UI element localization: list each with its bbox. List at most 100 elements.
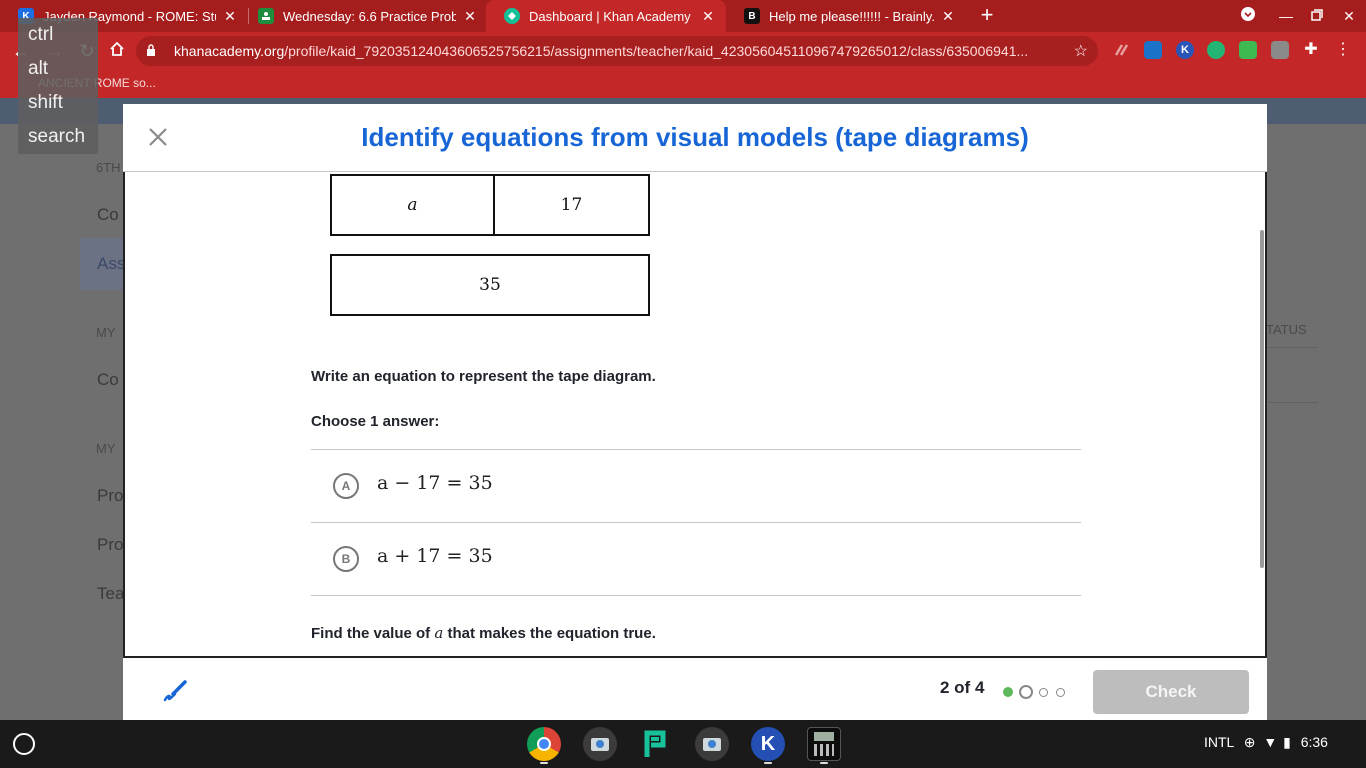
launcher-icon[interactable] [13, 733, 35, 755]
key-label: shift [28, 92, 63, 113]
find-value-text: Find the value of [311, 625, 431, 642]
tab-wednesday[interactable]: Wednesday: 6.6 Practice Probler ✕ [240, 0, 488, 32]
browser-toolbar: ← → ↻ khanacademy.org/profile/kaid_79203… [0, 32, 1366, 70]
bg-label: TATUS [1266, 322, 1307, 337]
bg-label: Pro [97, 535, 124, 554]
add-circle-icon: ⊕ [1243, 734, 1256, 750]
exercise-body[interactable]: a 17 35 Write an equation to represent t… [123, 172, 1267, 658]
extension-icon[interactable] [1113, 41, 1131, 59]
tab-title: Help me please!!!!!! - Brainly.com [769, 8, 934, 24]
progress-dot-upcoming [1039, 688, 1048, 697]
home-icon[interactable] [106, 40, 128, 62]
running-indicator [764, 762, 772, 764]
modal-header: Identify equations from visual models (t… [123, 104, 1267, 172]
scratchpad-icon[interactable] [159, 676, 189, 706]
bg-label: Tea [97, 584, 125, 603]
scrollbar[interactable] [1260, 230, 1264, 568]
extension-icon[interactable] [1144, 41, 1162, 59]
bg-divider [1268, 347, 1318, 348]
bg-label: MY [96, 441, 116, 456]
bg-label: Co [97, 205, 119, 224]
key-label: search [28, 126, 86, 147]
modal-footer: 2 of 4 Check [123, 658, 1267, 720]
camera-icon[interactable] [695, 727, 729, 761]
extension-icon[interactable] [1207, 41, 1225, 59]
tab-search-icon[interactable] [1237, 6, 1259, 26]
url-path: /profile/kaid_792035124043606525756215/a… [284, 43, 1029, 59]
url-host: khanacademy.org [174, 43, 285, 59]
running-indicator [540, 762, 548, 764]
kebab-menu-icon[interactable]: ⋮ [1334, 41, 1352, 59]
khan-extension-icon[interactable]: K [1176, 41, 1194, 59]
close-icon[interactable] [147, 126, 169, 148]
tab-title: Dashboard | Khan Academy [529, 8, 691, 24]
tab-brainly[interactable]: B Help me please!!!!!! - Brainly.com ✕ [726, 0, 966, 32]
tape-diagram-top: a 17 [330, 174, 650, 236]
radio-b[interactable]: B [333, 546, 359, 572]
bookmarks-bar: ANCIENT ROME so... [0, 70, 1366, 98]
close-tab-icon[interactable]: ✕ [940, 8, 956, 25]
url-text: khanacademy.org/profile/kaid_79203512404… [174, 36, 1054, 66]
close-tab-icon[interactable]: ✕ [462, 8, 478, 25]
minimize-icon[interactable]: — [1275, 6, 1297, 26]
radio-a[interactable]: A [333, 473, 359, 499]
clock-time: 6:36 [1300, 734, 1328, 750]
choice-equation: a − 17 = 35 [377, 472, 493, 494]
khan-app-icon[interactable]: K [751, 727, 785, 761]
close-window-icon[interactable]: ✕ [1338, 6, 1360, 26]
progress-dot-upcoming [1056, 688, 1065, 697]
extension-icon[interactable] [1271, 41, 1289, 59]
new-tab-button[interactable]: + [976, 4, 998, 28]
wifi-icon: ▼ [1263, 734, 1278, 750]
check-button[interactable]: Check [1093, 670, 1249, 714]
modifier-keys-overlay: ctrl alt shift search [18, 18, 98, 154]
running-indicator [820, 762, 828, 764]
choose-label: Choose 1 answer: [311, 413, 440, 430]
answer-choice-a[interactable]: A a − 17 = 35 [311, 450, 1081, 522]
answer-choice-b[interactable]: B a + 17 = 35 [311, 523, 1081, 595]
tape-segment-value: 17 [560, 195, 583, 215]
bg-label: MY [96, 325, 116, 340]
find-value-text: that makes the equation true. [447, 625, 656, 642]
os-shelf: K INTL ⊕ ▼ ▮ 6:36 [0, 720, 1366, 768]
bg-label: Ass [97, 254, 126, 273]
calculator-icon[interactable] [807, 727, 841, 761]
close-tab-icon[interactable]: ✕ [222, 8, 238, 25]
bg-label: Co [97, 370, 119, 389]
extension-icon[interactable] [1239, 41, 1257, 59]
exercise-modal: Identify equations from visual models (t… [123, 104, 1267, 720]
tab-strip: K Jayden Raymond - ROME: Stude ✕ Wednesd… [0, 0, 1366, 32]
system-tray[interactable]: INTL ⊕ ▼ ▮ 6:36 [1204, 734, 1328, 751]
puzzle-icon[interactable]: ✚ [1302, 41, 1320, 59]
restore-icon[interactable] [1306, 6, 1328, 26]
choice-divider [311, 595, 1081, 596]
khan-leaf-icon [504, 8, 520, 24]
chrome-icon[interactable] [527, 727, 561, 761]
tape-segment-variable: a [332, 176, 495, 234]
key-label: ctrl [28, 24, 54, 45]
tape-diagram-bottom: 35 [330, 254, 650, 316]
pencil-app-icon[interactable] [639, 727, 673, 761]
find-value-variable: a [434, 624, 444, 642]
choice-equation: a + 17 = 35 [377, 545, 493, 567]
tab-title: Wednesday: 6.6 Practice Probler [283, 8, 456, 24]
progress-label: 2 of 4 [940, 678, 985, 697]
bg-divider [1268, 402, 1318, 403]
camera-icon[interactable] [583, 727, 617, 761]
address-bar[interactable]: khanacademy.org/profile/kaid_79203512404… [136, 36, 1098, 66]
lock-icon [147, 44, 155, 56]
locale-label: INTL [1204, 734, 1234, 750]
close-tab-icon[interactable]: ✕ [700, 8, 716, 25]
progress-dot-current [1019, 685, 1033, 699]
bg-label: 6TH [96, 160, 121, 175]
bookmark-star-icon[interactable]: ☆ [1074, 41, 1088, 61]
progress-dot-done [1003, 687, 1013, 697]
bg-label: Pro [97, 486, 124, 505]
brainly-icon: B [744, 8, 760, 24]
key-label: alt [28, 58, 49, 79]
modal-title: Identify equations from visual models (t… [361, 122, 1029, 152]
question-prompt: Write an equation to represent the tape … [311, 368, 656, 385]
find-value-prompt: Find the value of a that makes the equat… [311, 624, 656, 642]
tab-dashboard[interactable]: Dashboard | Khan Academy ✕ [486, 0, 726, 32]
tape-total: 35 [479, 275, 501, 295]
